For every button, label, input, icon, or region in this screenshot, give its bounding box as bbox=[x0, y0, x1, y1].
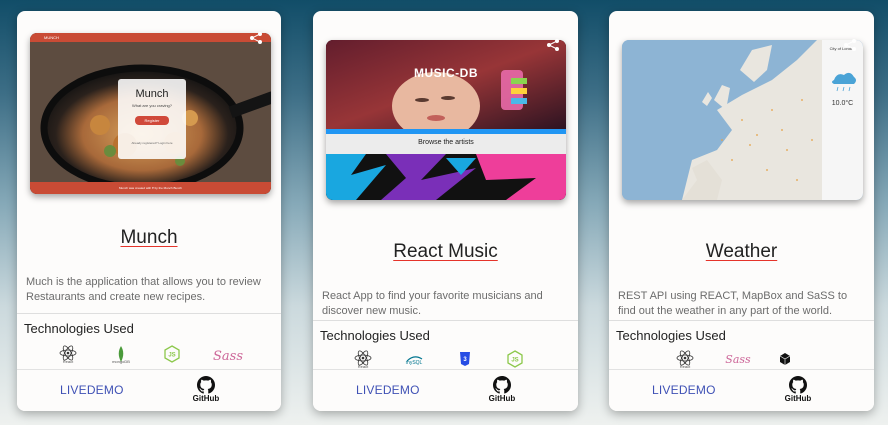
technologies-heading: Technologies Used bbox=[616, 328, 726, 343]
share-icon[interactable] bbox=[843, 38, 857, 52]
livedemo-link[interactable]: LIVEDEMO bbox=[356, 383, 420, 397]
github-link[interactable]: GitHub bbox=[487, 376, 517, 403]
section-divider bbox=[17, 313, 281, 314]
tech-caption: React bbox=[62, 359, 74, 364]
project-card-react-music: MUSIC-DB Browse the artists React Music … bbox=[313, 11, 578, 411]
project-title[interactable]: Weather bbox=[609, 241, 874, 263]
munch-screenshot[interactable]: MUNCH Munch What are you craving? Regist… bbox=[30, 33, 271, 194]
svg-text:JS: JS bbox=[511, 358, 518, 364]
card-footer: LIVEDEMO GitHub bbox=[17, 369, 281, 411]
project-card-weather: City of London 10.0°C Weather REST API u… bbox=[609, 11, 874, 411]
project-description: Much is the application that allows you … bbox=[26, 276, 261, 303]
github-label: GitHub bbox=[488, 394, 516, 403]
nodejs-icon: JS bbox=[160, 345, 184, 369]
svg-text:mySQL: mySQL bbox=[406, 360, 423, 366]
livedemo-link[interactable]: LIVEDEMO bbox=[60, 383, 124, 397]
weather-map-image bbox=[622, 40, 863, 200]
livedemo-link[interactable]: LIVEDEMO bbox=[652, 383, 716, 397]
weather-screenshot[interactable]: City of London 10.0°C bbox=[622, 40, 863, 200]
technologies-heading: Technologies Used bbox=[320, 328, 430, 343]
svg-text:JS: JS bbox=[168, 353, 175, 359]
section-divider bbox=[609, 320, 874, 321]
munch-screenshot-image bbox=[30, 33, 271, 194]
github-icon bbox=[789, 376, 807, 394]
github-label: GitHub bbox=[192, 394, 220, 403]
browse-artists-label: Browse the artists bbox=[418, 139, 474, 146]
share-icon[interactable] bbox=[249, 31, 263, 45]
card-footer: LIVEDEMO GitHub bbox=[609, 369, 874, 411]
project-description: REST API using REACT, MapBox and SaSS to… bbox=[618, 290, 848, 317]
svg-text:Sass: Sass bbox=[213, 349, 243, 364]
project-title[interactable]: Munch bbox=[17, 227, 281, 249]
project-card-munch: MUNCH Munch What are you craving? Regist… bbox=[17, 11, 281, 411]
music-logo: MUSIC-DB bbox=[414, 66, 478, 80]
github-icon bbox=[493, 376, 511, 394]
share-icon[interactable] bbox=[546, 38, 560, 52]
section-divider bbox=[313, 320, 578, 321]
svg-text:Sass: Sass bbox=[725, 353, 751, 366]
github-link[interactable]: GitHub bbox=[783, 376, 813, 403]
github-link[interactable]: GitHub bbox=[191, 376, 221, 403]
card-footer: LIVEDEMO GitHub bbox=[313, 369, 578, 411]
munch-footer-text: Munch was created with ♥ by the Munch Bu… bbox=[119, 186, 182, 190]
github-icon bbox=[197, 376, 215, 394]
sass-icon: Sass bbox=[213, 345, 243, 369]
munch-register-button: Register bbox=[144, 118, 160, 123]
technologies-list: React mongoDB JS Sass bbox=[17, 345, 281, 369]
mongodb-icon: mongoDB bbox=[109, 345, 133, 369]
tech-caption: mongoDB bbox=[112, 359, 130, 364]
munch-appbar-title: MUNCH bbox=[44, 35, 59, 40]
music-screenshot-image bbox=[326, 40, 566, 200]
project-title[interactable]: React Music bbox=[313, 241, 578, 263]
music-screenshot[interactable]: MUSIC-DB Browse the artists bbox=[326, 40, 566, 200]
munch-login-link: Already registered? Login here bbox=[131, 141, 173, 145]
munch-hero-heading: Munch bbox=[135, 88, 169, 100]
technologies-heading: Technologies Used bbox=[24, 321, 134, 336]
munch-hero-prompt: What are you craving? bbox=[131, 103, 173, 108]
github-label: GitHub bbox=[784, 394, 812, 403]
weather-temperature: 10.0°C bbox=[831, 100, 854, 107]
react-icon: React bbox=[56, 345, 80, 369]
project-description: React App to find your favorite musician… bbox=[322, 290, 543, 317]
